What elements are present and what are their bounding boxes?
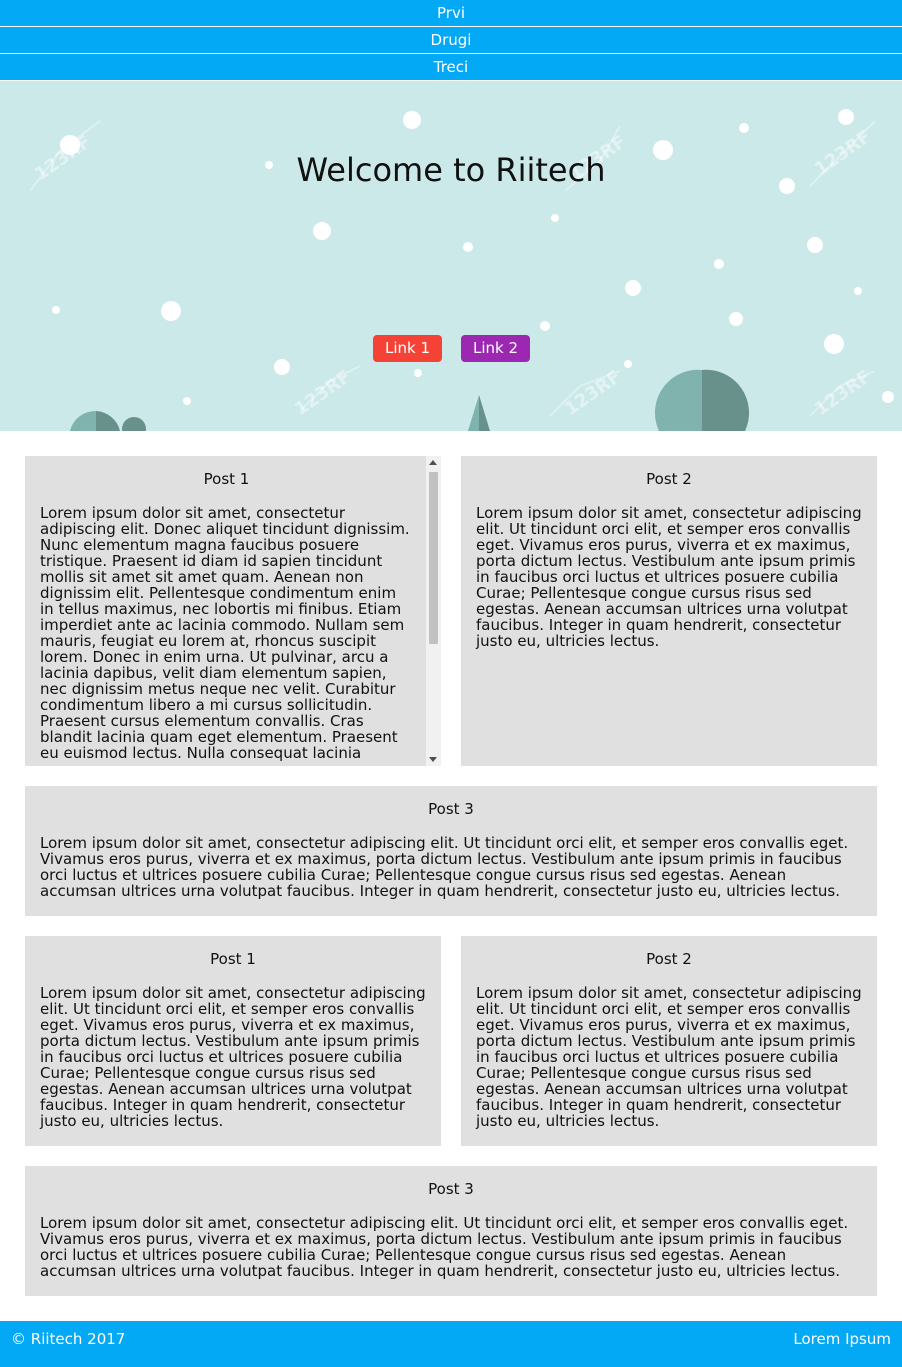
top-nav: Prvi Drugi Treci <box>0 0 902 81</box>
post-body: Lorem ipsum dolor sit amet, consectetur … <box>476 984 862 1130</box>
scroll-up-icon[interactable] <box>429 460 437 465</box>
post-title: Post 2 <box>646 470 692 488</box>
post-body: Lorem ipsum dolor sit amet, consectetur … <box>40 984 426 1130</box>
nav-item-prvi[interactable]: Prvi <box>0 0 902 27</box>
post-card-3: Post 3 Lorem ipsum dolor sit amet, conse… <box>25 786 877 916</box>
post-card-5: Post 2 Lorem ipsum dolor sit amet, conse… <box>461 936 877 1146</box>
post-title: Post 2 <box>646 950 692 968</box>
svg-text:123RF: 123RF <box>291 366 355 420</box>
hero-title: Welcome to Riitech <box>296 151 606 189</box>
link-2-button[interactable]: Link 2 <box>461 335 531 362</box>
link-1-button[interactable]: Link 1 <box>373 335 443 362</box>
post-body: Lorem ipsum dolor sit amet, consectetur … <box>40 504 410 762</box>
svg-text:123RF: 123RF <box>561 366 625 420</box>
scroll-down-icon[interactable] <box>429 757 437 762</box>
post-card-2: Post 2 Lorem ipsum dolor sit amet, conse… <box>461 456 877 766</box>
footer: © Riitech 2017 Lorem Ipsum <box>0 1321 902 1367</box>
scrollbar-thumb[interactable] <box>429 472 438 644</box>
svg-text:123RF: 123RF <box>811 366 875 420</box>
post-body: Lorem ipsum dolor sit amet, consectetur … <box>40 834 849 900</box>
post-card-1[interactable]: Post 1 Lorem ipsum dolor sit amet, conse… <box>25 456 441 766</box>
footer-right-text: Lorem Ipsum <box>793 1330 891 1348</box>
hero-background-illustration: 123RF 123RF 123RF 123RF 123RF 123RF <box>29 109 894 431</box>
nav-item-drugi[interactable]: Drugi <box>0 27 902 54</box>
post-1-scrollbar[interactable] <box>426 456 441 766</box>
post-card-6: Post 3 Lorem ipsum dolor sit amet, conse… <box>25 1166 877 1296</box>
post-body: Lorem ipsum dolor sit amet, consectetur … <box>476 504 862 650</box>
footer-copyright: © Riitech 2017 <box>11 1330 126 1348</box>
hero-banner: 123RF 123RF 123RF 123RF 123RF 123RF Welc… <box>0 81 902 431</box>
post-body: Lorem ipsum dolor sit amet, consectetur … <box>40 1214 849 1280</box>
post-title: Post 1 <box>210 950 256 968</box>
post-title: Post 3 <box>428 800 474 818</box>
post-card-4: Post 1 Lorem ipsum dolor sit amet, conse… <box>25 936 441 1146</box>
post-title: Post 1 <box>203 470 250 488</box>
post-title: Post 3 <box>428 1180 474 1198</box>
nav-item-treci[interactable]: Treci <box>0 54 902 81</box>
